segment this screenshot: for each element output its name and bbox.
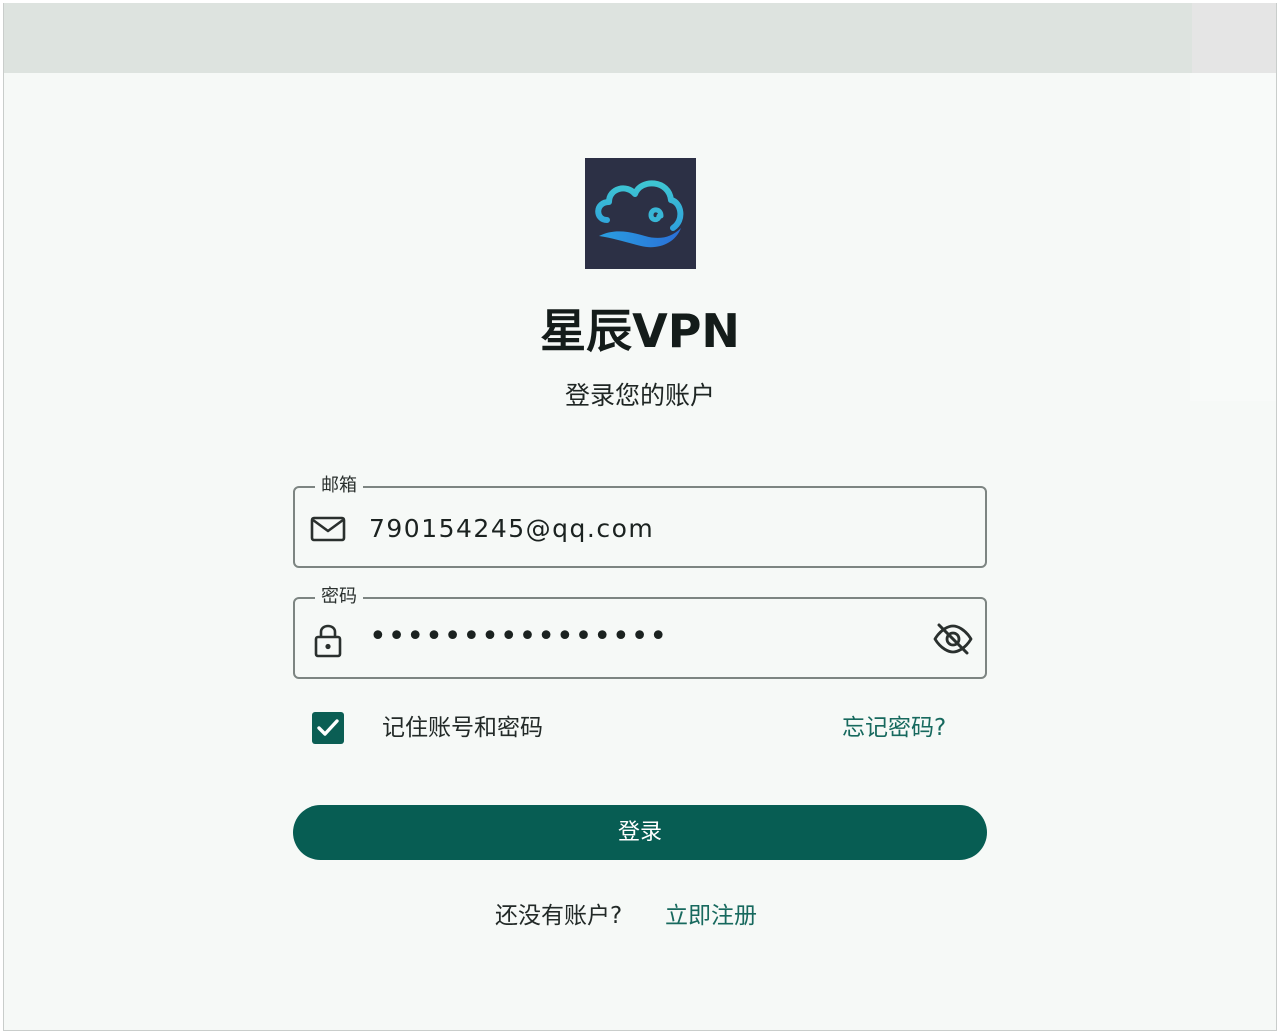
no-account-prompt: 还没有账户? xyxy=(495,903,623,929)
email-input[interactable]: 790154245@qq.com xyxy=(369,510,654,548)
password-input[interactable]: •••••••••••••••• xyxy=(369,618,668,656)
email-field[interactable]: 邮箱 790154245@qq.com xyxy=(293,473,987,568)
email-label: 邮箱 xyxy=(315,473,363,499)
login-subtitle: 登录您的账户 xyxy=(564,381,715,410)
lock-icon xyxy=(309,621,347,659)
forgot-password-link[interactable]: 忘记密码? xyxy=(842,710,946,746)
cloud-wave-icon xyxy=(595,180,684,248)
window-titlebar xyxy=(4,3,1276,73)
register-link[interactable]: 立即注册 xyxy=(665,898,757,934)
login-button[interactable]: 登录 xyxy=(293,805,987,860)
window-edge-strip xyxy=(1190,73,1276,401)
app-name: 星辰VPN xyxy=(540,304,740,358)
remember-checkbox[interactable] xyxy=(312,712,344,744)
titlebar-edge xyxy=(1192,3,1276,73)
password-field[interactable]: 密码 •••••••••••••••• xyxy=(293,584,987,679)
mail-icon xyxy=(309,510,347,548)
checkmark-icon xyxy=(317,719,339,736)
eye-off-icon[interactable] xyxy=(931,617,975,661)
remember-label[interactable]: 记住账号和密码 xyxy=(382,710,543,746)
password-label: 密码 xyxy=(315,584,363,610)
app-logo xyxy=(585,158,696,269)
